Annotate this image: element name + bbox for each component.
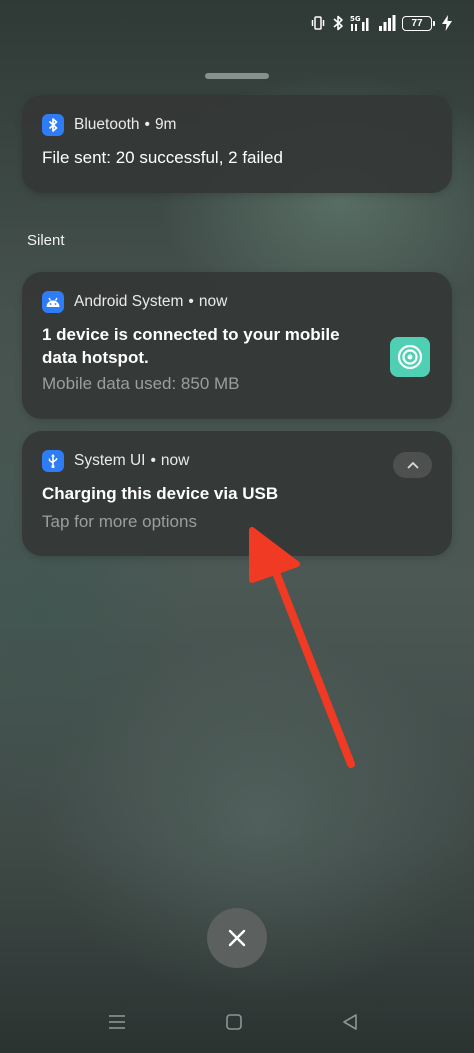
bluetooth-icon: [42, 114, 64, 136]
separator: •: [144, 116, 150, 133]
navigation-bar: [0, 993, 474, 1053]
hotspot-icon: [390, 337, 430, 377]
notification-bluetooth[interactable]: Bluetooth • 9m File sent: 20 successful,…: [22, 95, 452, 193]
separator: •: [150, 452, 156, 469]
close-icon: [227, 928, 247, 948]
chevron-up-icon: [407, 461, 419, 469]
notification-header: System UI • now: [42, 449, 432, 473]
expand-button[interactable]: [393, 452, 432, 478]
app-name: Bluetooth: [74, 116, 140, 133]
notification-time: now: [160, 452, 190, 469]
notification-time: 9m: [154, 116, 177, 133]
notification-subtitle: Tap for more options: [42, 512, 197, 531]
notification-header: Bluetooth • 9m: [42, 113, 432, 137]
home-button[interactable]: [219, 1007, 249, 1037]
separator: •: [188, 293, 194, 310]
recents-button[interactable]: [102, 1007, 132, 1037]
status-bar: 5G 77: [310, 10, 452, 36]
usb-icon: [42, 450, 64, 472]
notification-header: Android System • now: [42, 290, 432, 314]
charging-bolt-icon: [442, 15, 452, 31]
menu-icon: [108, 1014, 126, 1030]
section-label-silent: Silent: [27, 232, 65, 249]
home-icon: [225, 1013, 243, 1031]
notification-system-ui[interactable]: System UI • now Charging this device via…: [22, 431, 452, 556]
battery-icon: 77: [402, 15, 435, 31]
android-icon: [42, 291, 64, 313]
vibrate-icon: [310, 15, 326, 31]
bluetooth-icon: [332, 15, 344, 31]
drag-handle[interactable]: [205, 73, 269, 79]
notification-time: now: [198, 293, 228, 310]
back-button[interactable]: [335, 1007, 365, 1037]
signal-5g-icon: 5G: [350, 14, 372, 32]
app-name: System UI: [74, 452, 146, 469]
back-icon: [341, 1013, 359, 1031]
notification-android-system[interactable]: Android System • now 1 device is connect…: [22, 272, 452, 419]
svg-text:5G: 5G: [350, 15, 361, 23]
notification-title: File sent: 20 successful, 2 failed: [42, 148, 283, 167]
app-name: Android System: [74, 293, 184, 310]
signal-bars-icon: [378, 14, 396, 32]
battery-level: 77: [411, 17, 423, 29]
notification-subtitle: Mobile data used: 850 MB: [42, 374, 240, 393]
notification-title: Charging this device via USB: [42, 484, 279, 503]
notification-title: 1 device is connected to your mobile dat…: [42, 325, 340, 367]
clear-all-button[interactable]: [207, 908, 267, 968]
